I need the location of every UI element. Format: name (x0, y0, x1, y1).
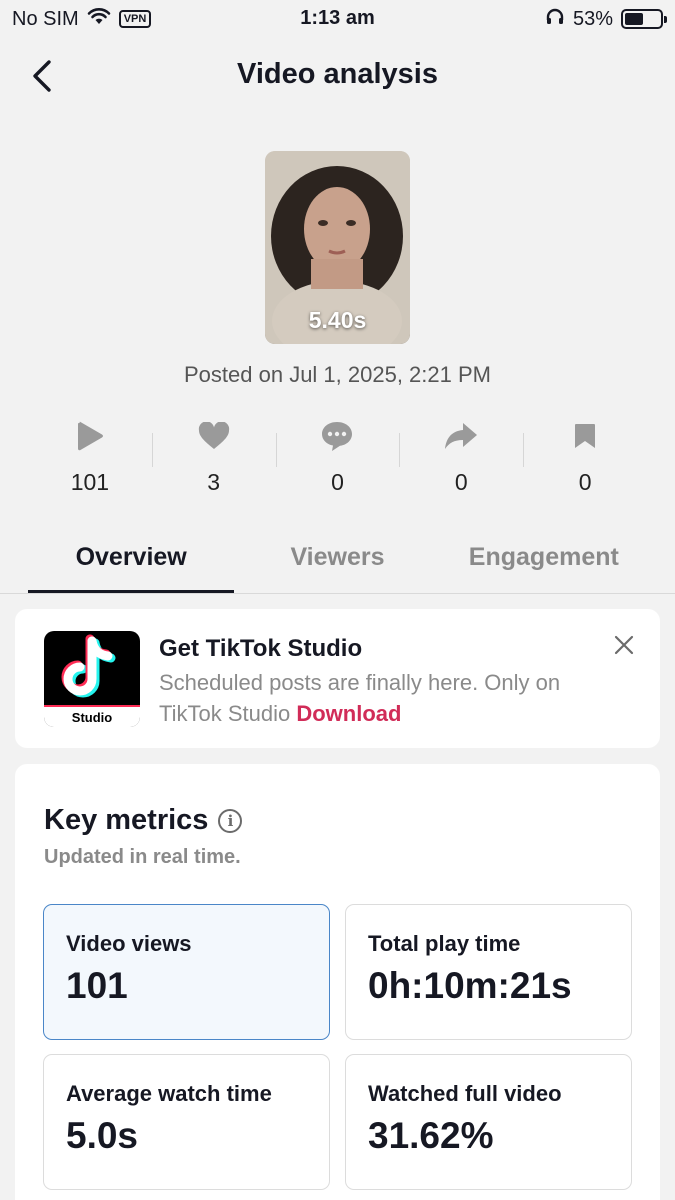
metric-watched-full-video[interactable]: Watched full video 31.62% (345, 1054, 632, 1190)
play-icon (75, 415, 105, 457)
studio-logo-text: Studio (71, 710, 113, 725)
bookmark-icon (573, 415, 597, 457)
metric-value: 31.62% (368, 1115, 494, 1156)
metric-total-play-time[interactable]: Total play time 0h:10m:21s (345, 904, 632, 1040)
metric-label: Total play time (368, 931, 521, 956)
battery-cap (664, 16, 667, 23)
metric-value: 5.0s (66, 1115, 139, 1156)
posted-date: Posted on Jul 1, 2025, 2:21 PM (184, 362, 491, 387)
plays-count: 101 (70, 469, 110, 495)
headphones-icon (545, 7, 565, 31)
status-bar: No SIM VPN 1:13 am 53% (0, 0, 675, 38)
share-icon (443, 415, 479, 457)
battery-icon (621, 9, 667, 29)
tabs-divider (0, 593, 675, 594)
stat-comments: 0 (275, 415, 400, 505)
download-link[interactable]: Download (296, 701, 401, 726)
stat-saves: 0 (523, 415, 647, 505)
metric-label: Watched full video (368, 1081, 562, 1106)
studio-promo-card: Studio Get TikTok Studio Scheduled posts… (15, 609, 660, 748)
tab-viewers[interactable]: Viewers (234, 535, 440, 593)
metric-label: Average watch time (66, 1081, 272, 1106)
shares-count: 0 (454, 469, 468, 495)
battery-level (625, 13, 644, 25)
likes-count: 3 (207, 469, 221, 495)
page-title: Video analysis (237, 58, 438, 90)
video-analysis-screen: No SIM VPN 1:13 am 53% Video analysis 5.… (0, 0, 675, 1200)
metric-value: 0h:10m:21s (368, 965, 572, 1006)
close-promo-button[interactable] (612, 633, 636, 657)
stat-likes: 3 (151, 415, 276, 505)
metric-average-watch-time[interactable]: Average watch time 5.0s (43, 1054, 330, 1190)
heart-icon (198, 415, 230, 457)
tiktok-studio-logo: Studio (44, 631, 140, 727)
close-icon (614, 635, 634, 655)
stat-plays: 101 (28, 415, 152, 505)
tab-overview[interactable]: Overview (28, 535, 235, 593)
status-right: 53% (545, 7, 667, 31)
video-thumbnail[interactable]: 5.40s (265, 151, 410, 344)
key-metrics-card: Key metrics i Updated in real time. Vide… (15, 764, 660, 1200)
key-metrics-heading: Key metrics i (44, 804, 243, 837)
tab-bar: Overview Viewers Engagement (28, 535, 647, 593)
comment-icon (320, 415, 354, 457)
comments-count: 0 (331, 469, 344, 495)
info-icon[interactable]: i (218, 808, 243, 833)
tiktok-note-icon (61, 634, 116, 698)
saves-count: 0 (578, 469, 592, 495)
video-duration: 5.40s (308, 307, 367, 333)
stats-row: 101 3 0 0 0 (28, 415, 647, 505)
metric-video-views[interactable]: Video views 101 (43, 904, 330, 1040)
tab-engagement[interactable]: Engagement (441, 535, 647, 593)
metric-label: Video views (66, 931, 192, 956)
stat-shares: 0 (399, 415, 523, 505)
studio-promo-description: Scheduled posts are finally here. Only o… (159, 667, 599, 729)
key-metrics-subtitle: Updated in real time. (44, 846, 241, 868)
battery-percent: 53% (572, 7, 613, 30)
studio-promo-title: Get TikTok Studio (159, 635, 363, 662)
key-metrics-title: Key metrics (44, 804, 209, 836)
metric-value: 101 (66, 965, 128, 1006)
